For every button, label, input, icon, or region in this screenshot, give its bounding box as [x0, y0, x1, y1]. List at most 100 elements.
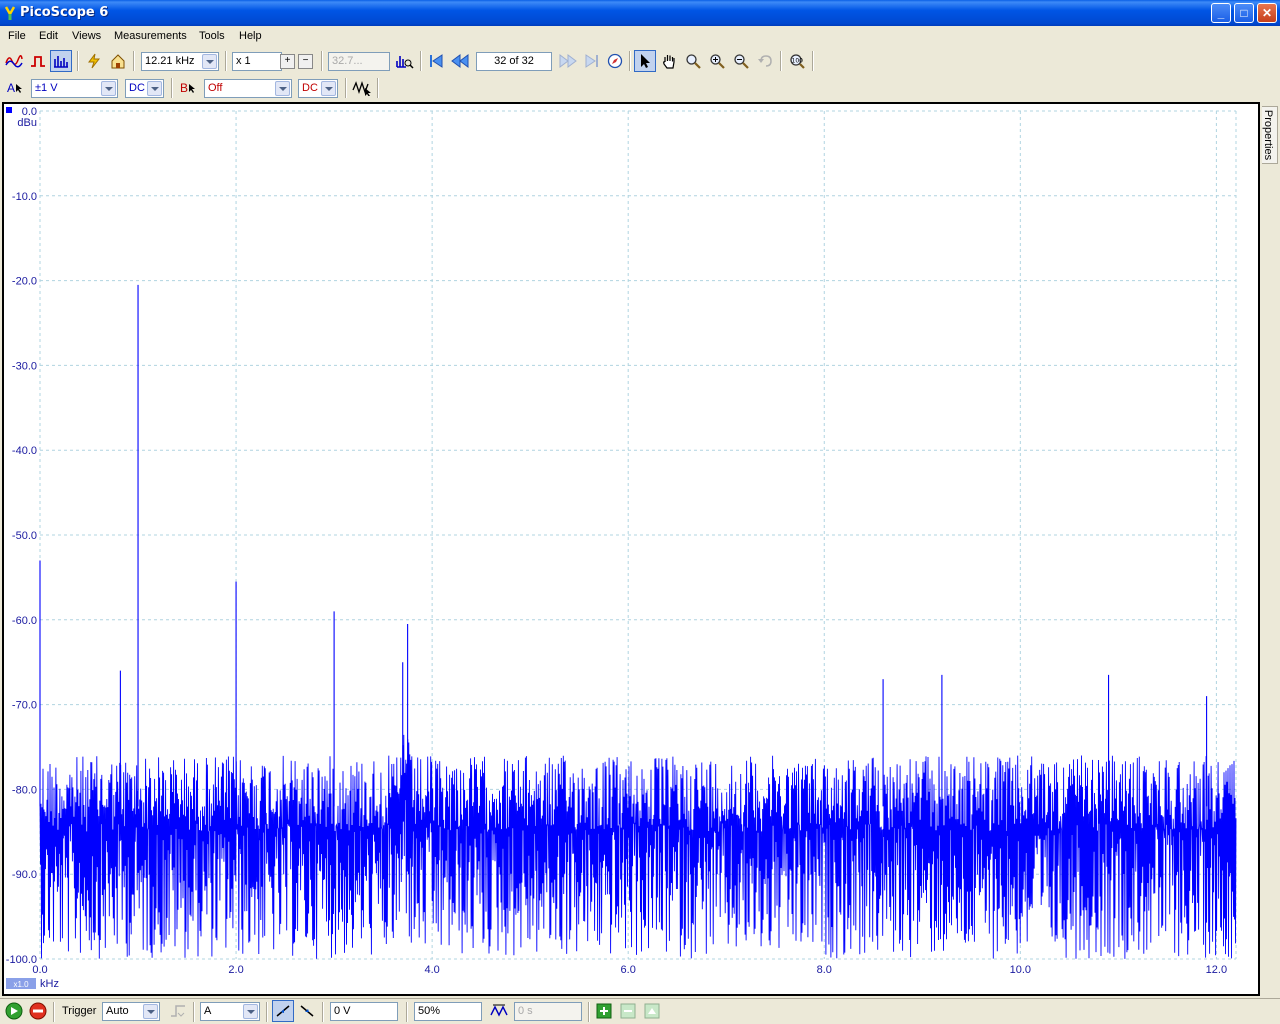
- hand-tool-icon: [663, 55, 675, 69]
- spectrum-plot[interactable]: 0.0 -10.0 -20.0 -30.0 -40.0 -50.0 -60.0 -70.0 -8…: [2, 102, 1260, 996]
- run-button[interactable]: [3, 1000, 25, 1022]
- first-buffer-icon: [430, 54, 443, 68]
- mouse-cursor-icon: [16, 84, 22, 93]
- decrease-button[interactable]: −: [298, 54, 313, 69]
- x-tick-label: 4.0: [424, 964, 439, 976]
- y-tick-label: -10.0: [12, 191, 37, 203]
- x-tick-label: 8.0: [817, 964, 832, 976]
- zoom-in-button[interactable]: [706, 50, 728, 72]
- zoom-in-value-button[interactable]: [394, 50, 416, 72]
- run-icon: [5, 1002, 23, 1020]
- zoom-fit-button[interactable]: 100: [786, 50, 808, 72]
- compass-button[interactable]: [604, 50, 626, 72]
- menu-file[interactable]: File: [8, 30, 26, 42]
- x-tick-label: 0.0: [32, 964, 47, 976]
- y-tick-label: -50.0: [12, 530, 37, 542]
- last-buffer-button[interactable]: [581, 50, 603, 72]
- minimize-button[interactable]: _: [1211, 3, 1231, 23]
- menu-views[interactable]: Views: [72, 30, 101, 42]
- persistence-view-button[interactable]: [27, 50, 49, 72]
- chevron-down-icon: [321, 81, 336, 96]
- pre-trigger-field[interactable]: 50%: [414, 1002, 482, 1021]
- zoom-in-icon: [710, 54, 725, 69]
- spectrum-view-button[interactable]: [50, 50, 72, 72]
- menu-measurements[interactable]: Measurements: [114, 30, 187, 42]
- undo-zoom-button[interactable]: [754, 50, 776, 72]
- chevron-down-icon: [243, 1004, 258, 1019]
- prev-buffer-icon: [451, 54, 469, 68]
- delete-measurement-button[interactable]: [641, 1000, 663, 1022]
- status-bar: Trigger Auto A 0 V 50% 0 s: [0, 998, 1280, 1024]
- add-measurement-button[interactable]: [593, 1000, 615, 1022]
- properties-tab[interactable]: Properties: [1262, 106, 1278, 164]
- auto-setup-button[interactable]: [83, 50, 105, 72]
- rising-edge-button[interactable]: [272, 1000, 294, 1022]
- advanced-trigger-icon: [171, 1005, 185, 1017]
- rising-edge-icon: [276, 1005, 290, 1017]
- edit-measurement-icon: [620, 1003, 636, 1019]
- scope-view-icon: [5, 55, 23, 68]
- frequency-select[interactable]: 12.21 kHz: [141, 52, 219, 71]
- maximize-button[interactable]: □: [1234, 3, 1254, 23]
- next-buffer-button[interactable]: [557, 50, 579, 72]
- y-tick-label: -80.0: [12, 784, 37, 796]
- add-icon: [596, 1003, 612, 1019]
- signal-generator-icon: [352, 80, 371, 96]
- multiplier-field[interactable]: x 1: [232, 52, 282, 71]
- prev-buffer-button[interactable]: [449, 50, 471, 72]
- channel-b-range-select[interactable]: Off: [204, 79, 292, 98]
- trigger-mode-select[interactable]: Auto: [102, 1002, 160, 1021]
- channel-a-range-select[interactable]: ±1 V: [31, 79, 118, 98]
- auto-setup-icon: [88, 53, 101, 69]
- hand-tool-button[interactable]: [658, 50, 680, 72]
- channel-b-options-button[interactable]: B: [177, 77, 199, 99]
- noise-floor-trace: [39, 734, 1237, 959]
- zoom-out-button[interactable]: [730, 50, 752, 72]
- channel-a-options-button[interactable]: A: [4, 77, 26, 99]
- menu-tools[interactable]: Tools: [199, 30, 225, 42]
- trigger-source-select[interactable]: A: [200, 1002, 260, 1021]
- x-tick-label: 12.0: [1206, 964, 1227, 976]
- increase-button[interactable]: +: [280, 54, 295, 69]
- trigger-delay-field[interactable]: 0 s: [514, 1002, 582, 1021]
- window-title: PicoScope 6: [20, 5, 109, 20]
- y-tick-label: -20.0: [12, 276, 37, 288]
- x-unit-label: kHz: [40, 978, 59, 990]
- persistence-view-icon: [31, 56, 45, 67]
- close-button[interactable]: ✕: [1257, 3, 1277, 23]
- home-button[interactable]: [107, 50, 129, 72]
- spectrum-plot-canvas[interactable]: 0.0 -10.0 -20.0 -30.0 -40.0 -50.0 -60.0 -70.0 -8…: [4, 104, 1258, 994]
- delete-measurement-icon: [644, 1003, 660, 1019]
- chevron-down-icon: [275, 81, 290, 96]
- last-buffer-icon: [585, 54, 598, 68]
- menu-help[interactable]: Help: [239, 30, 262, 42]
- pointer-tool-button[interactable]: [634, 50, 656, 72]
- falling-edge-button[interactable]: [296, 1000, 318, 1022]
- advanced-trigger-button[interactable]: [167, 1000, 189, 1022]
- signal-generator-button[interactable]: [351, 77, 373, 99]
- mouse-cursor-icon: [189, 84, 195, 93]
- first-buffer-button[interactable]: [425, 50, 447, 72]
- trigger-threshold-field[interactable]: 0 V: [330, 1002, 398, 1021]
- home-icon: [111, 54, 125, 69]
- edit-measurement-button[interactable]: [617, 1000, 639, 1022]
- channel-a-coupling-select[interactable]: DC: [125, 79, 164, 98]
- next-buffer-icon: [559, 54, 577, 68]
- channel-b-coupling-select[interactable]: DC: [298, 79, 338, 98]
- zoom-value-field[interactable]: 32.7...: [328, 52, 390, 71]
- x-tick-label: 2.0: [228, 964, 243, 976]
- zoom-tool-button[interactable]: [682, 50, 704, 72]
- scope-view-button[interactable]: [3, 50, 25, 72]
- buffer-position-field[interactable]: 32 of 32: [476, 52, 552, 71]
- main-toolbar: 12.21 kHz x 1 + − 32.7... 32 of 32 100: [0, 47, 1280, 75]
- chevron-down-icon: [101, 81, 116, 96]
- stop-button[interactable]: [27, 1000, 49, 1022]
- stop-icon: [29, 1002, 47, 1020]
- delay-toggle-button[interactable]: [488, 1000, 510, 1022]
- chevron-down-icon: [143, 1004, 158, 1019]
- y-tick-label: -90.0: [12, 869, 37, 881]
- menu-edit[interactable]: Edit: [39, 30, 58, 42]
- y-tick-label: -70.0: [12, 700, 37, 712]
- title-bar: PicoScope 6 _ □ ✕: [0, 0, 1280, 26]
- y-tick-label: -60.0: [12, 615, 37, 627]
